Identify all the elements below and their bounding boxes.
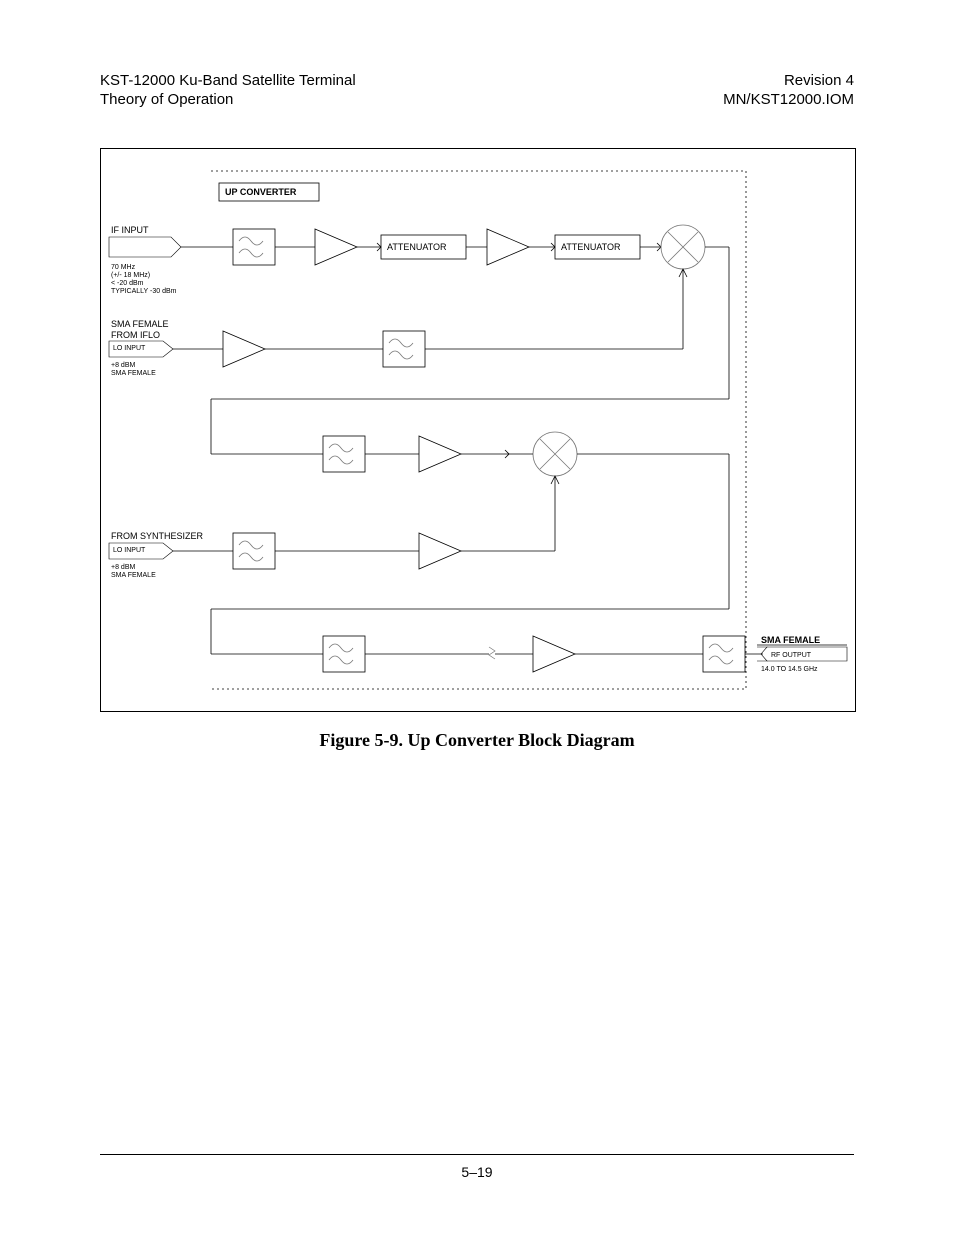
attenuator-2-label: ATTENUATOR <box>561 242 621 252</box>
rf-output-label: SMA FEMALE <box>761 635 820 645</box>
iflo-spec2: SMA FEMALE <box>111 370 156 377</box>
rf-output-port: RF OUTPUT <box>771 652 812 659</box>
if-spec2: (+/- 18 MHz) <box>111 272 150 279</box>
header-title-right-2: MN/KST12000.IOM <box>723 91 854 110</box>
synth-label: FROM SYNTHESIZER <box>111 531 204 541</box>
diagram-title: UP CONVERTER <box>225 187 297 197</box>
page-number: 5–19 <box>0 1164 954 1180</box>
if-spec4: TYPICALLY -30 dBm <box>111 288 177 295</box>
rf-output-spec: 14.0 TO 14.5 GHz <box>761 666 818 673</box>
iflo-port: LO INPUT <box>113 345 146 352</box>
page-header: KST-12000 Ku-Band Satellite Terminal The… <box>100 72 854 110</box>
attenuator-1-label: ATTENUATOR <box>387 242 447 252</box>
if-spec3: < -20 dBm <box>111 280 144 287</box>
synth-spec2: SMA FEMALE <box>111 572 156 579</box>
diagram-frame: UP CONVERTER IF INPUT 70 MHz (+/- 18 MHz… <box>100 148 856 712</box>
iflo-label1: SMA FEMALE <box>111 319 169 329</box>
synth-port: LO INPUT <box>113 547 146 554</box>
iflo-spec1: +8 dBM <box>111 362 135 369</box>
header-title-right-1: Revision 4 <box>723 72 854 91</box>
footer-rule <box>100 1154 854 1155</box>
synth-spec1: +8 dBM <box>111 564 135 571</box>
page: KST-12000 Ku-Band Satellite Terminal The… <box>0 0 954 1235</box>
block-diagram: UP CONVERTER IF INPUT 70 MHz (+/- 18 MHz… <box>101 149 855 711</box>
header-title-left-1: KST-12000 Ku-Band Satellite Terminal <box>100 72 356 91</box>
iflo-label2: FROM IFLO <box>111 330 160 340</box>
header-title-left-2: Theory of Operation <box>100 91 356 110</box>
if-input-label: IF INPUT <box>111 225 149 235</box>
if-spec1: 70 MHz <box>111 264 136 271</box>
figure-caption: Figure 5-9. Up Converter Block Diagram <box>0 730 954 751</box>
